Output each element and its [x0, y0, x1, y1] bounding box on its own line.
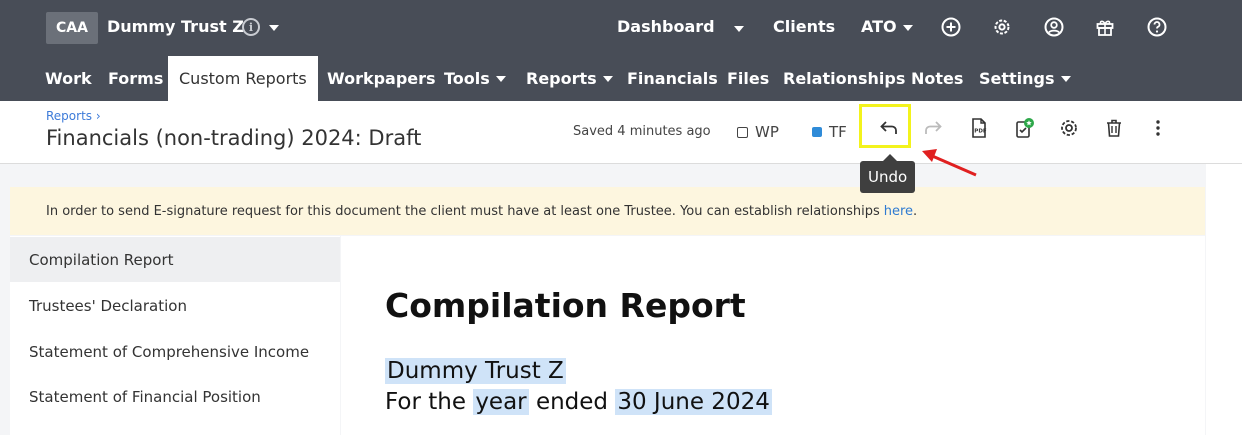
period-text-for-the: For the [385, 389, 466, 415]
practice-badge[interactable]: CAA [46, 12, 98, 44]
right-gutter [1206, 164, 1242, 435]
delete-button[interactable] [1101, 115, 1127, 141]
nav-financials[interactable]: Financials [627, 56, 718, 101]
undo-icon [880, 121, 897, 134]
redo-button[interactable] [920, 115, 946, 141]
document-title: Compilation Report [385, 286, 746, 325]
nav-custom-reports[interactable]: Custom Reports [168, 56, 318, 101]
nav-ato[interactable]: ATO [861, 17, 897, 36]
nav-relationships[interactable]: Relationships [783, 56, 905, 101]
sidebar-item-financial-position[interactable]: Statement of Financial Position [10, 374, 340, 419]
tools-chevron-down-icon [495, 75, 506, 82]
plus-circle-icon[interactable] [941, 17, 961, 37]
svg-text:PDF: PDF [974, 129, 987, 135]
banner-here-link[interactable]: here [884, 204, 913, 219]
period-type-field[interactable]: year [473, 389, 529, 415]
gear-icon[interactable] [992, 17, 1012, 37]
nav-notes-label: Notes [911, 69, 964, 88]
tooltip-arrow [883, 154, 897, 161]
nav-files-label: Files [727, 69, 770, 88]
more-menu-button[interactable] [1145, 115, 1171, 141]
period-text-ended: ended [535, 389, 609, 415]
nav-notes[interactable]: Notes [911, 56, 963, 101]
document-period-line: For the year ended 30 June 2024 [385, 389, 772, 415]
wp-checkbox-label: WP [755, 123, 779, 141]
top-header: CAA Dummy Trust Z i Dashboard Clients AT… [0, 0, 1242, 101]
ato-chevron-down-icon[interactable] [903, 25, 913, 31]
nav-custom-reports-label: Custom Reports [179, 69, 307, 88]
dashboard-chevron-down-icon[interactable] [734, 26, 744, 32]
nav-work-label: Work [45, 69, 92, 88]
document-entity-line: Dummy Trust Z [385, 358, 566, 384]
wp-checkbox[interactable]: WP [737, 123, 779, 141]
esignature-warning-banner: In order to send E-signature request for… [10, 187, 1205, 235]
redo-icon [925, 121, 942, 134]
nav-forms-label: Forms [108, 69, 164, 88]
undo-button[interactable] [876, 115, 902, 141]
report-header: Reports › Financials (non-trading) 2024:… [0, 101, 1242, 164]
nav-forms[interactable]: Forms [108, 56, 163, 101]
nav-workpapers-label: Workpapers [327, 69, 436, 88]
tf-checkbox-label: TF [829, 123, 847, 141]
reports-chevron-down-icon [602, 75, 613, 82]
nav-relationships-label: Relationships [783, 69, 906, 88]
help-circle-icon[interactable] [1147, 17, 1167, 37]
document-check-icon [1016, 118, 1034, 138]
settings-chevron-down-icon [1060, 75, 1071, 82]
user-circle-icon[interactable] [1044, 17, 1064, 37]
nav-tools-label: Tools [444, 69, 490, 88]
nav-financials-label: Financials [627, 69, 718, 88]
nav-reports[interactable]: Reports [526, 56, 613, 101]
client-menu-chevron-down-icon[interactable] [269, 25, 279, 31]
gift-icon[interactable] [1095, 17, 1115, 37]
nav-settings[interactable]: Settings [979, 56, 1071, 101]
sidebar-item-compilation-report[interactable]: Compilation Report [10, 237, 340, 282]
pdf-icon: PDF [972, 118, 987, 138]
tf-checkbox[interactable]: TF [812, 123, 847, 141]
info-icon[interactable]: i [242, 18, 260, 36]
nav-reports-label: Reports [526, 69, 597, 88]
client-name[interactable]: Dummy Trust Z [107, 17, 244, 36]
tf-checkbox-box [812, 127, 822, 137]
nav-tools[interactable]: Tools [444, 56, 506, 101]
period-date-field[interactable]: 30 June 2024 [615, 389, 772, 415]
entity-name-field[interactable]: Dummy Trust Z [385, 358, 566, 384]
nav-files[interactable]: Files [727, 56, 769, 101]
red-annotation-arrow-icon [922, 149, 977, 177]
page-title: Financials (non-trading) 2024: Draft [46, 126, 422, 150]
report-sections-sidebar: Compilation Report Trustees' Declaration… [10, 236, 340, 435]
more-vertical-icon [1156, 120, 1160, 136]
main-nav: Work Forms Custom Reports Workpapers Too… [0, 56, 1242, 101]
nav-workpapers[interactable]: Workpapers [327, 56, 436, 101]
gear-icon [1061, 120, 1077, 136]
undo-tooltip: Undo [860, 161, 916, 193]
report-settings-button[interactable] [1056, 115, 1082, 141]
banner-end: . [913, 203, 918, 219]
banner-text: In order to send E-signature request for… [46, 203, 880, 219]
breadcrumb[interactable]: Reports › [46, 109, 101, 123]
nav-work[interactable]: Work [45, 56, 92, 101]
esign-button[interactable] [1011, 115, 1037, 141]
pdf-export-button[interactable]: PDF [966, 115, 992, 141]
sidebar-item-trustees-declaration[interactable]: Trustees' Declaration [10, 283, 340, 328]
nav-settings-label: Settings [979, 69, 1055, 88]
saved-status: Saved 4 minutes ago [573, 124, 711, 139]
nav-clients[interactable]: Clients [773, 17, 835, 36]
wp-checkbox-box [737, 126, 748, 138]
sidebar-item-comprehensive-income[interactable]: Statement of Comprehensive Income [10, 329, 340, 374]
nav-dashboard[interactable]: Dashboard [617, 17, 715, 36]
trash-icon [1107, 119, 1121, 137]
